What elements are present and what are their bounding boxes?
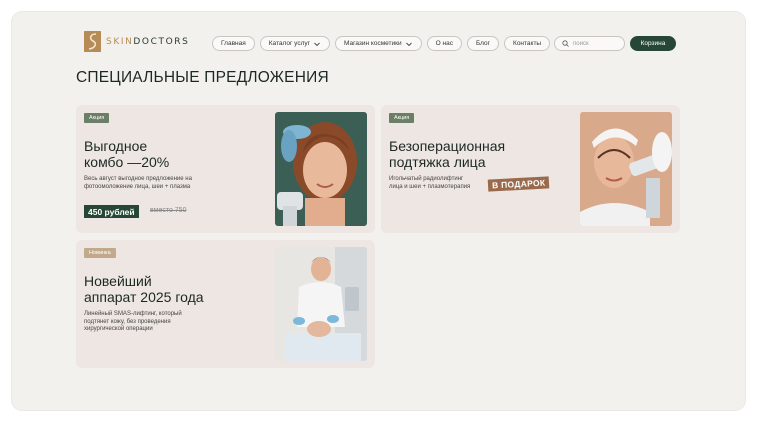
offer-desc-line: фотоомоложение лица, шеи + плазма [84, 183, 191, 190]
logo[interactable]: SKINDOCTORS [84, 31, 189, 52]
nav-shop-label: Магазин косметики [344, 40, 402, 47]
offer-title-line: подтяжка лица [389, 154, 486, 170]
nav-services[interactable]: Каталог услуг [259, 36, 331, 51]
main-nav: Главная Каталог услуг Магазин косметики … [212, 36, 551, 51]
offer-desc-line: Линейный SMAS-лифтинг, который [84, 311, 182, 317]
chevron-down-icon [314, 42, 320, 46]
offer-title-line: комбо —20% [84, 154, 170, 170]
offer-title-line: аппарат 2025 года [84, 289, 204, 305]
offer-title-line: Безоперационная [389, 138, 506, 154]
logo-mark-icon [84, 31, 101, 52]
offer-title-line: Новейший [84, 273, 152, 289]
offer-desc-line: хирургической операции [84, 326, 153, 332]
cart-button[interactable]: Корзина [630, 36, 676, 51]
offer-description: Игольчатый радиолифтинг лица и шеи + пла… [389, 176, 470, 191]
offer-price: 450 рублей [84, 205, 139, 218]
nav-home-label: Главная [221, 40, 246, 47]
cart-label: Корзина [640, 40, 666, 47]
offer-card-new-device[interactable]: Новинка Новейший аппарат 2025 года Линей… [76, 240, 375, 368]
offer-photo-woman-laser [275, 112, 367, 226]
logo-text-doctors: DOCTORS [133, 36, 190, 47]
nav-shop[interactable]: Магазин косметики [335, 36, 422, 51]
offer-desc-line: лица и шеи + плазмотерапия [389, 183, 471, 190]
nav-blog-label: Блог [475, 40, 491, 47]
page-frame: SKINDOCTORS Главная Каталог услуг Магази… [12, 12, 745, 410]
offer-title: Безоперационная подтяжка лица [389, 138, 505, 170]
promo-badge: Акция [84, 113, 110, 123]
nav-home[interactable]: Главная [212, 36, 255, 51]
offer-desc-line: подтянет кожу, без проведения [84, 318, 171, 325]
logo-text: SKINDOCTORS [106, 37, 189, 47]
offer-description: Линейный SMAS-лифтинг, который подтянет … [84, 311, 182, 334]
nav-contacts-label: Контакты [513, 40, 542, 47]
offer-description: Весь август выгодное предложение на фото… [84, 176, 192, 191]
offer-title: Выгодное комбо —20% [84, 138, 169, 170]
nav-about-label: О нас [435, 40, 453, 47]
logo-text-skin: SKIN [106, 36, 134, 47]
search-box[interactable] [554, 36, 625, 51]
nav-contacts[interactable]: Контакты [504, 36, 551, 51]
offer-photo-clinic-procedure [275, 247, 367, 361]
offer-card-facelift[interactable]: Акция Безоперационная подтяжка лица Игол… [381, 105, 680, 233]
offer-photo-woman-device [580, 112, 672, 226]
new-badge: Новинка [84, 248, 116, 258]
nav-about[interactable]: О нас [426, 36, 462, 51]
chevron-down-icon [405, 42, 412, 46]
offer-old-price: вместо 750 [150, 207, 187, 214]
search-input[interactable] [573, 40, 623, 47]
promo-badge: Акция [389, 113, 415, 123]
offer-title: Новейший аппарат 2025 года [84, 273, 204, 305]
search-icon [562, 40, 569, 47]
page-title: СПЕЦИАЛЬНЫЕ ПРЕДЛОЖЕНИЯ [76, 69, 329, 86]
offer-title-line: Выгодное [84, 138, 148, 154]
offer-desc-line: Игольчатый радиолифтинг [389, 176, 464, 182]
offer-desc-line: Весь август выгодное предложение на [84, 176, 192, 182]
gift-badge: В ПОДАРОК [487, 176, 550, 192]
offer-card-combo[interactable]: Акция Выгодное комбо —20% Весь август вы… [76, 105, 375, 233]
site-header: SKINDOCTORS Главная Каталог услуг Магази… [84, 24, 676, 64]
nav-services-label: Каталог услуг [268, 40, 311, 47]
nav-blog[interactable]: Блог [466, 36, 500, 51]
